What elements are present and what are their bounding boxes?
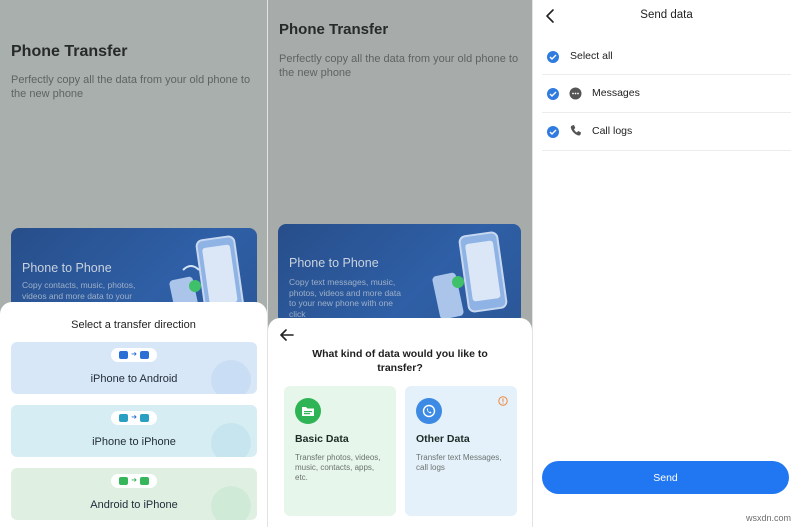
direction-label: iPhone to iPhone xyxy=(92,436,176,448)
arrow-right-icon: ➜ xyxy=(131,414,137,421)
messages-checkbox[interactable] xyxy=(547,88,559,100)
basic-data-title: Basic Data xyxy=(295,433,349,445)
apple-icon xyxy=(119,414,129,422)
direction-badge: ➜ xyxy=(111,348,157,362)
messages-label: Messages xyxy=(592,87,640,99)
apple-icon xyxy=(139,414,149,422)
arrow-right-icon: ➜ xyxy=(131,351,137,358)
app-title: Phone Transfer xyxy=(11,43,128,60)
phone-illustration-icon xyxy=(432,231,508,320)
page-title: Send data xyxy=(640,9,693,21)
screen-send-data: Send data Select all Messages Call logs xyxy=(533,0,800,527)
apple-icon xyxy=(119,351,129,359)
row-divider xyxy=(542,112,791,113)
direction-badge: ➜ xyxy=(111,411,157,425)
direction-badge: ➜ xyxy=(111,474,157,488)
direction-android-to-iphone[interactable]: ➜ Android to iPhone xyxy=(11,468,257,520)
select-all-checkbox[interactable] xyxy=(547,51,559,63)
phone-icon xyxy=(570,125,581,136)
direction-iphone-to-android[interactable]: ➜ iPhone to Android xyxy=(11,342,257,394)
phone-chat-icon xyxy=(416,398,442,424)
apple-icon xyxy=(139,477,149,485)
hero-description: Copy text messages, music, photos, video… xyxy=(289,277,401,319)
message-icon xyxy=(569,87,582,100)
call-logs-checkbox[interactable] xyxy=(547,126,559,138)
folder-icon xyxy=(295,398,321,424)
info-alert-icon[interactable] xyxy=(498,396,508,406)
select-all-label: Select all xyxy=(570,50,613,62)
phone-to-phone-card[interactable]: Phone to Phone Copy text messages, music… xyxy=(278,224,521,324)
hero-title: Phone to Phone xyxy=(22,261,112,275)
direction-iphone-to-iphone[interactable]: ➜ iPhone to iPhone xyxy=(11,405,257,457)
call-logs-label: Call logs xyxy=(592,125,633,137)
row-divider xyxy=(542,74,791,75)
back-arrow-icon[interactable] xyxy=(280,329,294,341)
hero-title: Phone to Phone xyxy=(289,256,379,270)
basic-data-card[interactable]: Basic Data Transfer photos, videos, musi… xyxy=(284,386,396,516)
basic-data-description: Transfer photos, videos, music, contacts… xyxy=(295,453,381,482)
direction-label: iPhone to Android xyxy=(90,373,178,385)
app-title: Phone Transfer xyxy=(279,21,389,38)
app-subtitle: Perfectly copy all the data from your ol… xyxy=(11,74,251,100)
direction-label: Android to iPhone xyxy=(90,499,178,511)
other-data-title: Other Data xyxy=(416,433,470,445)
screen-phone-transfer-direction: Phone Transfer Perfectly copy all the da… xyxy=(0,0,267,527)
watermark-text: wsxdn.com xyxy=(745,513,791,523)
sheet-title: Select a transfer direction xyxy=(71,319,196,331)
send-button[interactable]: Send xyxy=(542,461,789,494)
question-heading: What kind of data would you like to tran… xyxy=(312,348,488,374)
screen-data-type: Phone Transfer Perfectly copy all the da… xyxy=(268,0,532,527)
arrow-right-icon: ➜ xyxy=(131,477,137,484)
other-data-description: Transfer text Messages, call logs xyxy=(416,453,502,472)
android-icon xyxy=(119,477,129,485)
app-subtitle: Perfectly copy all the data from your ol… xyxy=(279,53,519,79)
android-icon xyxy=(139,351,149,359)
other-data-card[interactable]: Other Data Transfer text Messages, call … xyxy=(405,386,517,516)
row-divider xyxy=(542,150,791,151)
